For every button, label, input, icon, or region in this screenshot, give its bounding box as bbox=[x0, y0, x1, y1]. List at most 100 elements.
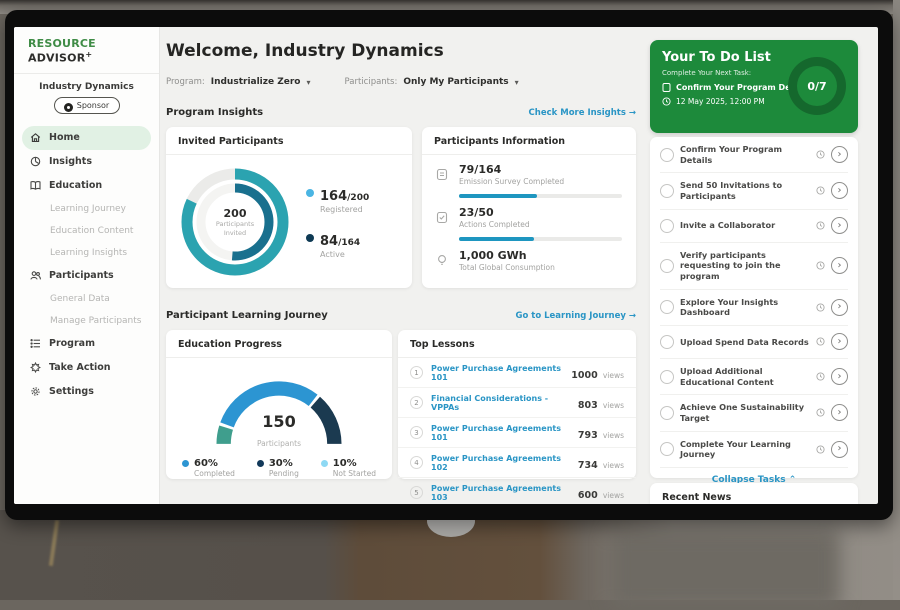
sidebar-item-label: Education Content bbox=[50, 226, 133, 236]
clipboard-icon bbox=[662, 82, 671, 92]
clock-icon bbox=[816, 408, 825, 417]
task-open-button[interactable]: › bbox=[831, 182, 848, 199]
invited-participants-donut-chart: 200 ParticipantsInvited bbox=[176, 163, 294, 281]
metric-value: 23/50 bbox=[459, 206, 622, 219]
logo-primary: RESOURCE bbox=[28, 37, 96, 50]
lesson-views: 803 views bbox=[578, 393, 624, 412]
sidebar-item-education-content[interactable]: Education Content bbox=[22, 220, 151, 242]
sidebar-item-learning-insights[interactable]: Learning Insights bbox=[22, 242, 151, 264]
participants-filter[interactable]: Participants: Only My Participants ▾ bbox=[345, 77, 519, 87]
lesson-row: 5 Power Purchase Agreements 103 600 view… bbox=[398, 478, 636, 504]
metric-global-consumption: 1,000 GWh Total Global Consumption bbox=[422, 241, 636, 274]
lesson-link[interactable]: Power Purchase Agreements 102 bbox=[431, 454, 570, 472]
task-row[interactable]: Confirm Your Program Details › bbox=[660, 137, 848, 173]
sidebar-item-participants[interactable]: Participants bbox=[22, 264, 151, 288]
task-checkbox[interactable] bbox=[660, 370, 674, 384]
people-icon bbox=[30, 270, 41, 281]
clock-icon bbox=[816, 186, 825, 195]
task-checkbox[interactable] bbox=[660, 184, 674, 198]
task-row[interactable]: Achieve One Sustainability Target › bbox=[660, 395, 848, 431]
monitor-bezel: RESOURCE ADVISOR+ Industry Dynamics Spon… bbox=[5, 10, 893, 520]
participants-information-card: Participants Information 79/164 Emission… bbox=[422, 127, 636, 288]
program-filter[interactable]: Program: Industrialize Zero ▾ bbox=[166, 77, 311, 87]
metric-value: 1,000 GWh bbox=[459, 249, 622, 262]
task-row[interactable]: Send 50 Invitations to Participants › bbox=[660, 173, 848, 209]
lesson-link[interactable]: Financial Considerations - VPPAs bbox=[431, 394, 570, 412]
legend-dot bbox=[321, 460, 328, 467]
legend-label: Pending bbox=[269, 469, 299, 478]
task-row[interactable]: Upload Additional Educational Content › bbox=[660, 359, 848, 395]
task-checkbox[interactable] bbox=[660, 335, 674, 349]
sidebar-item-manage-participants[interactable]: Manage Participants bbox=[22, 310, 151, 332]
sidebar-item-education[interactable]: Education bbox=[22, 174, 151, 198]
lesson-row: 1 Power Purchase Agreements 101 1000 vie… bbox=[398, 358, 636, 388]
sidebar-item-home[interactable]: Home bbox=[22, 126, 151, 150]
task-checkbox[interactable] bbox=[660, 259, 674, 273]
task-row[interactable]: Upload Spend Data Records › bbox=[660, 326, 848, 359]
bulb-icon bbox=[436, 249, 450, 272]
legend-item-pending: 30% Pending bbox=[257, 458, 299, 478]
donut-center-value: 200 bbox=[224, 207, 247, 220]
task-checkbox[interactable] bbox=[660, 442, 674, 456]
task-row[interactable]: Complete Your Learning Journey › bbox=[660, 432, 848, 468]
clock-icon bbox=[816, 445, 825, 454]
lesson-link[interactable]: Power Purchase Agreements 103 bbox=[431, 484, 570, 502]
metric-label: Total Global Consumption bbox=[459, 263, 622, 272]
program-filter-value: Industrialize Zero bbox=[211, 77, 301, 87]
participants-filter-value: Only My Participants bbox=[403, 77, 508, 87]
legend-dot bbox=[306, 234, 314, 242]
sidebar-item-learning-journey[interactable]: Learning Journey bbox=[22, 198, 151, 220]
sidebar: RESOURCE ADVISOR+ Industry Dynamics Spon… bbox=[14, 27, 160, 504]
task-label: Send 50 Invitations to Participants bbox=[680, 180, 810, 201]
todo-progress-value: 0/7 bbox=[797, 66, 837, 106]
task-open-button[interactable]: › bbox=[831, 441, 848, 458]
sidebar-item-general-data[interactable]: General Data bbox=[22, 288, 151, 310]
task-open-button[interactable]: › bbox=[831, 146, 848, 163]
legend-value: 10% bbox=[333, 458, 376, 469]
lesson-row: 2 Financial Considerations - VPPAs 803 v… bbox=[398, 388, 636, 418]
task-open-button[interactable]: › bbox=[831, 299, 848, 316]
participants-filter-label: Participants: bbox=[345, 77, 398, 87]
task-checkbox[interactable] bbox=[660, 148, 674, 162]
lesson-link[interactable]: Power Purchase Agreements 101 bbox=[431, 424, 570, 442]
task-open-button[interactable]: › bbox=[831, 257, 848, 274]
arrow-right-icon: → bbox=[629, 108, 636, 118]
sidebar-item-take-action[interactable]: Take Action bbox=[22, 356, 151, 380]
logo-plus: + bbox=[85, 50, 92, 59]
legend-dot bbox=[182, 460, 189, 467]
legend-value: 30% bbox=[269, 458, 299, 469]
task-checkbox[interactable] bbox=[660, 300, 674, 314]
invited-participants-legend: 164/200 Registered 84/164 Active bbox=[306, 185, 369, 259]
task-open-button[interactable]: › bbox=[831, 333, 848, 350]
home-icon bbox=[30, 132, 41, 143]
lesson-link[interactable]: Power Purchase Agreements 101 bbox=[431, 364, 563, 382]
task-label: Upload Spend Data Records bbox=[680, 337, 810, 348]
task-row[interactable]: Invite a Collaborator › bbox=[660, 210, 848, 243]
sidebar-item-settings[interactable]: Settings bbox=[22, 380, 151, 404]
lesson-views: 600 views bbox=[578, 483, 624, 502]
check-more-insights-link[interactable]: Check More Insights → bbox=[529, 108, 636, 118]
legend-item-registered: 164/200 Registered bbox=[306, 185, 369, 214]
task-checkbox[interactable] bbox=[660, 406, 674, 420]
sidebar-item-label: Education bbox=[49, 180, 102, 191]
lesson-rank: 1 bbox=[410, 366, 423, 379]
task-row[interactable]: Explore Your Insights Dashboard › bbox=[660, 290, 848, 326]
book-icon bbox=[30, 180, 41, 191]
program-insights-header: Program Insights Check More Insights → bbox=[166, 107, 636, 118]
task-open-button[interactable]: › bbox=[831, 217, 848, 234]
task-open-button[interactable]: › bbox=[831, 368, 848, 385]
sidebar-nav: Home Insights Education Learning Journey… bbox=[14, 122, 159, 408]
task-open-button[interactable]: › bbox=[831, 404, 848, 421]
sponsor-badge[interactable]: Sponsor bbox=[54, 97, 120, 114]
task-row[interactable]: Verify participants requesting to join t… bbox=[660, 243, 848, 290]
program-insights-title: Program Insights bbox=[166, 107, 263, 118]
legend-item-completed: 60% Completed bbox=[182, 458, 235, 478]
app-screen: RESOURCE ADVISOR+ Industry Dynamics Spon… bbox=[14, 27, 878, 504]
sidebar-item-program[interactable]: Program bbox=[22, 332, 151, 356]
task-checkbox[interactable] bbox=[660, 219, 674, 233]
task-label: Complete Your Learning Journey bbox=[680, 439, 810, 460]
go-to-learning-journey-link[interactable]: Go to Learning Journey → bbox=[515, 311, 636, 321]
legend-value: 84 bbox=[320, 234, 338, 249]
sidebar-item-insights[interactable]: Insights bbox=[22, 150, 151, 174]
metric-actions-completed: 23/50 Actions Completed bbox=[422, 198, 636, 231]
